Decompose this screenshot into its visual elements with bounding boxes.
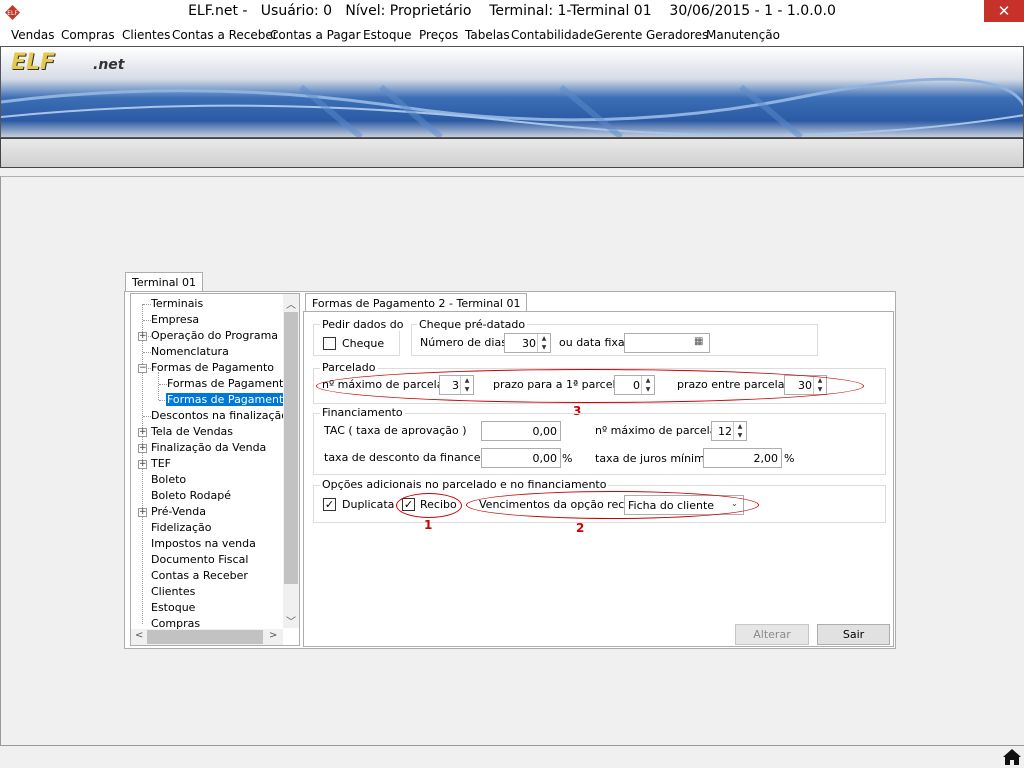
scroll-left-icon[interactable]: <	[135, 630, 143, 641]
menu-manutencao[interactable]: Manutenção	[706, 28, 780, 42]
tree-item-tela-vendas[interactable]: Tela de Vendas	[151, 425, 233, 438]
home-icon[interactable]	[1002, 748, 1022, 766]
tree-item-pre-venda[interactable]: Pré-Venda	[151, 505, 206, 518]
logo-suffix: .net	[93, 57, 125, 73]
tree-item-nomenclatura[interactable]: Nomenclatura	[151, 345, 229, 358]
spin-down-icon[interactable]: ▼	[734, 431, 746, 440]
fin-max-parcelas-spinner[interactable]: 12 ▲ ▼	[711, 421, 747, 441]
tac-input[interactable]: 0,00	[481, 421, 561, 441]
menu-contas-a-pagar[interactable]: Contas a Pagar	[270, 28, 361, 42]
tac-label: TAC ( taxa de aprovação )	[324, 424, 467, 437]
tree-item-clientes[interactable]: Clientes	[151, 585, 195, 598]
juros-percent: %	[784, 452, 795, 465]
cheque-checkbox[interactable]	[323, 337, 336, 350]
financiamento-legend: Financiamento	[320, 406, 405, 419]
menu-vendas[interactable]: Vendas	[11, 28, 55, 42]
expand-tela-vendas-icon[interactable]: +	[138, 428, 147, 437]
desconto-input[interactable]: 0,00	[481, 448, 561, 468]
opcoes-legend: Opções adicionais no parcelado e no fina…	[320, 478, 609, 491]
tree-item-terminais[interactable]: Terminais	[151, 297, 203, 310]
menu-bar: Vendas Compras Clientes Contas a Receber…	[0, 24, 1024, 46]
scroll-right-icon[interactable]: >	[269, 630, 277, 641]
desconto-label: taxa de desconto da financeira	[324, 451, 495, 464]
annotation-ellipse-3	[316, 369, 864, 403]
close-window-button[interactable]: ✕	[984, 0, 1024, 22]
cheque-predatado-legend: Cheque pré-datado	[417, 318, 528, 331]
tree-item-fidelizacao[interactable]: Fidelização	[151, 521, 211, 534]
sair-button[interactable]: Sair	[817, 624, 890, 645]
menu-compras[interactable]: Compras	[61, 28, 115, 42]
menu-contas-a-receber[interactable]: Contas a Receber	[172, 28, 278, 42]
expand-finalizacao-icon[interactable]: +	[138, 444, 147, 453]
menu-contabilidade[interactable]: Contabilidade	[511, 28, 594, 42]
tree-item-estoque[interactable]: Estoque	[151, 601, 195, 614]
menu-estoque[interactable]: Estoque	[363, 28, 412, 42]
pedir-dados-legend: Pedir dados do	[320, 318, 406, 331]
duplicata-checkbox[interactable]: ✓	[323, 498, 336, 511]
spin-up-icon[interactable]: ▲	[538, 334, 550, 343]
annotation-1: 1	[424, 518, 433, 532]
expand-tef-icon[interactable]: +	[138, 460, 147, 469]
banner-background	[1, 47, 1023, 137]
tab-formas-pagamento-2[interactable]: Formas de Pagamento 2 - Terminal 01	[305, 293, 528, 312]
alterar-button[interactable]: Alterar	[735, 624, 809, 645]
desconto-percent: %	[562, 452, 573, 465]
tree-item-documento-fiscal[interactable]: Documento Fiscal	[151, 553, 248, 566]
tree-item-impostos[interactable]: Impostos na venda	[151, 537, 256, 550]
parcelado-legend: Parcelado	[320, 361, 378, 374]
tree-item-empresa[interactable]: Empresa	[151, 313, 199, 326]
menu-precos[interactable]: Preços	[419, 28, 458, 42]
title-bar: ELF ELF.net - Usuário: 0 Nível: Propriet…	[0, 0, 1024, 24]
collapse-formas-icon[interactable]: −	[138, 364, 147, 373]
tab-terminal-01[interactable]: Terminal 01	[125, 272, 203, 292]
window-title: ELF.net - Usuário: 0 Nível: Proprietário…	[188, 3, 836, 19]
data-fixa-label: ou data fixa	[559, 336, 625, 349]
logo-text: ELF	[11, 50, 56, 75]
expand-pre-venda-icon[interactable]: +	[138, 508, 147, 517]
juros-label: taxa de juros mínima	[595, 452, 712, 465]
fin-max-parcelas-label: nº máximo de parcelas	[595, 424, 723, 437]
tree-item-operacao[interactable]: Operação do Programa	[151, 329, 278, 342]
tree-item-finalizacao[interactable]: Finalização da Venda	[151, 441, 266, 454]
tree-item-boleto-rodape[interactable]: Boleto Rodapé	[151, 489, 231, 502]
tree-item-contas-receber[interactable]: Contas a Receber	[151, 569, 248, 582]
tree-horizontal-scroll-thumb[interactable]	[147, 630, 263, 644]
juros-input[interactable]: 2,00	[703, 448, 782, 468]
tree-item-formas-pagamento-2[interactable]: Formas de Pagamento 2	[166, 393, 299, 406]
numero-dias-label: Número de dias	[420, 336, 507, 349]
tree-item-formas-pagamento[interactable]: Formas de Pagamento	[151, 361, 274, 374]
banner: ELF .net	[0, 46, 1024, 138]
tree-item-descontos[interactable]: Descontos na finalização	[151, 409, 288, 422]
settings-tree: + − + + + + Terminais Empresa Operação d…	[130, 293, 300, 646]
menu-geradores[interactable]: Geradores	[646, 28, 708, 42]
menu-tabelas[interactable]: Tabelas	[465, 28, 510, 42]
expand-operacao-icon[interactable]: +	[138, 332, 147, 341]
scroll-up-icon[interactable]: ︿	[286, 296, 296, 311]
annotation-ellipse-2	[466, 491, 759, 519]
tree-item-boleto[interactable]: Boleto	[151, 473, 186, 486]
financiamento-group	[313, 413, 886, 475]
spin-up-icon[interactable]: ▲	[734, 422, 746, 431]
fin-max-parcelas-value: 12	[718, 425, 732, 438]
annotation-2: 2	[576, 521, 585, 535]
numero-dias-spinner[interactable]: 30 ▲ ▼	[504, 333, 551, 353]
duplicata-label: Duplicata	[342, 498, 395, 511]
cheque-label: Cheque	[342, 337, 385, 350]
spin-down-icon[interactable]: ▼	[538, 343, 550, 352]
menu-clientes[interactable]: Clientes	[122, 28, 170, 42]
annotation-ellipse-1	[396, 493, 462, 518]
tree-vertical-scroll-thumb[interactable]	[284, 312, 298, 584]
tree-item-tef[interactable]: TEF	[151, 457, 171, 470]
tree-item-formas-pagamento-1[interactable]: Formas de Pagamento 1	[167, 377, 299, 390]
toolbar-strip	[0, 138, 1024, 168]
menu-gerente[interactable]: Gerente	[594, 28, 642, 42]
scroll-down-icon[interactable]: ﹀	[286, 613, 296, 628]
calendar-icon[interactable]: ▦	[694, 336, 703, 347]
numero-dias-value: 30	[522, 337, 536, 350]
